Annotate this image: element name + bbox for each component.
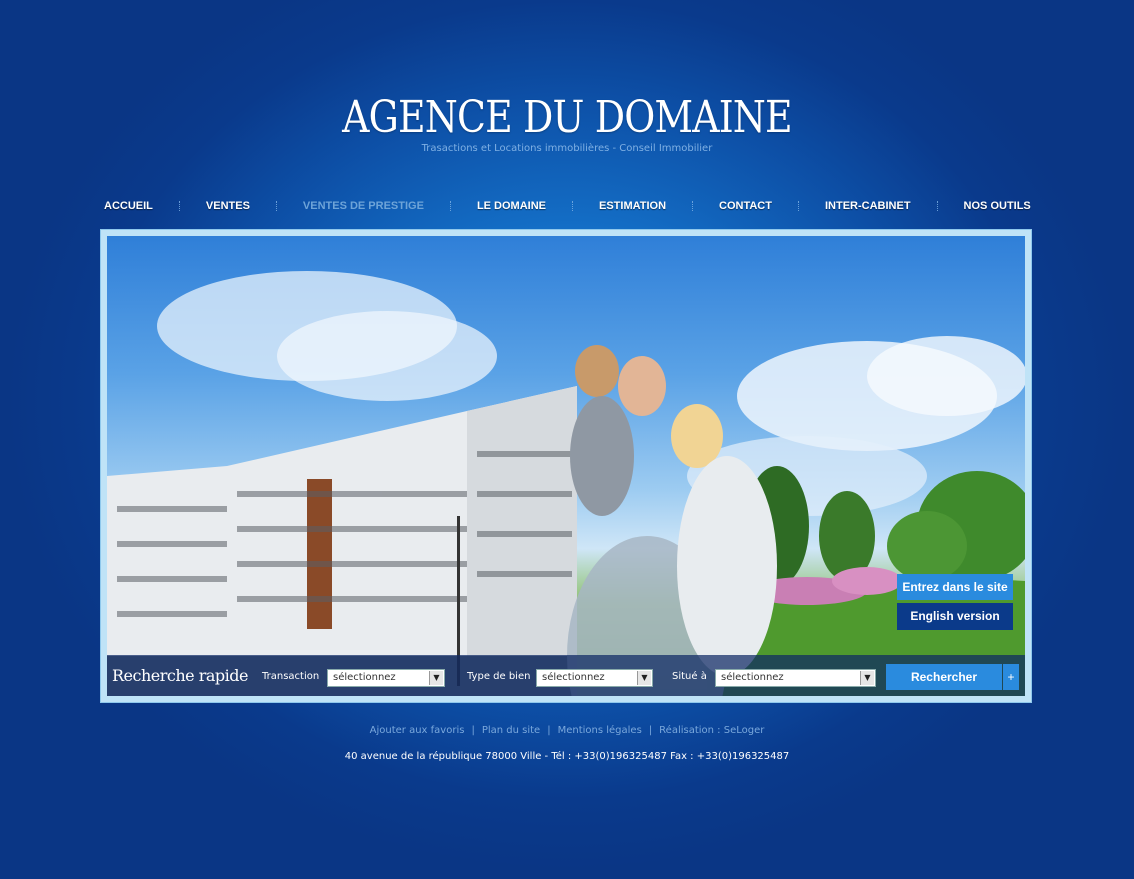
location-select[interactable]: sélectionnez ▼ — [715, 669, 876, 687]
quick-search-title: Recherche rapide — [112, 666, 248, 685]
location-select-value: sélectionnez — [721, 672, 784, 683]
nav-separator — [275, 201, 277, 211]
enter-site-button[interactable]: Entrez dans le site — [897, 574, 1013, 600]
nav-item-inter-cabinet[interactable]: INTER-CABINET — [799, 200, 937, 212]
footer-links: Ajouter aux favoris | Plan du site | Mention… — [0, 725, 1134, 736]
footer-address: 40 avenue de la république 78000 Ville -… — [344, 751, 790, 762]
nav-item-contact[interactable]: CONTACT — [693, 200, 798, 212]
nav-separator — [936, 201, 938, 211]
footer-separator: | — [547, 725, 551, 736]
nav-separator — [692, 201, 694, 211]
nav-item-ventes[interactable]: VENTES — [180, 200, 276, 212]
nav-item-estimation[interactable]: ESTIMATION — [573, 200, 692, 212]
nav-item-accueil[interactable]: ACCUEIL — [78, 200, 179, 212]
property-type-select-value: sélectionnez — [542, 672, 605, 683]
footer-link-mentions-legales[interactable]: Mentions légales — [558, 725, 642, 736]
property-type-select[interactable]: sélectionnez ▼ — [536, 669, 653, 687]
footer-link-realisation[interactable]: Réalisation : SeLoger — [659, 725, 764, 736]
transaction-select[interactable]: sélectionnez ▼ — [327, 669, 445, 687]
search-button[interactable]: Rechercher — [886, 664, 1002, 690]
chevron-down-icon: ▼ — [429, 671, 443, 685]
nav-item-nos-outils[interactable]: NOS OUTILS — [938, 200, 1057, 212]
property-type-label: Type de bien — [467, 671, 531, 682]
hero-illustration — [107, 271, 1025, 696]
hero-image — [107, 236, 1025, 696]
nav-separator — [572, 201, 573, 211]
nav-item-ventes-de-prestige[interactable]: VENTES DE PRESTIGE — [277, 200, 450, 212]
english-version-button[interactable]: English version — [897, 603, 1013, 630]
nav-item-le-domaine[interactable]: LE DOMAINE — [451, 200, 572, 212]
nav-separator — [178, 201, 180, 211]
site-tagline: Trasactions et Locations immobilières - … — [421, 143, 713, 154]
chevron-down-icon: ▼ — [860, 671, 874, 685]
chevron-down-icon: ▼ — [637, 671, 651, 685]
site-logo[interactable]: AGENCE DU DOMAINE — [79, 92, 1054, 143]
footer-link-plan-du-site[interactable]: Plan du site — [482, 725, 540, 736]
main-nav: ACCUEIL VENTES VENTES DE PRESTIGE LE DOM… — [78, 197, 1054, 215]
footer-link-favoris[interactable]: Ajouter aux favoris — [370, 725, 465, 736]
footer-separator: | — [471, 725, 475, 736]
transaction-label: Transaction — [262, 671, 320, 682]
location-label: Situé à — [672, 671, 707, 682]
advanced-search-plus-button[interactable]: + — [1003, 664, 1019, 690]
nav-separator — [449, 201, 451, 211]
nav-separator — [797, 201, 799, 211]
transaction-select-value: sélectionnez — [333, 672, 396, 683]
footer-separator: | — [648, 725, 653, 736]
